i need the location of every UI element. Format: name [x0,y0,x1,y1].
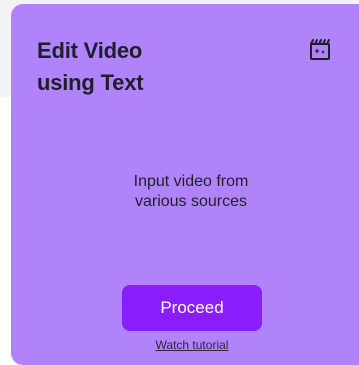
card-title-line-1: Edit Video [37,38,143,63]
watch-tutorial-link[interactable]: Watch tutorial [122,337,262,353]
card-title: Edit Video using Text [37,35,257,99]
card-description-line-1: Input video from [133,173,249,190]
card-title-line-2: using Text [37,70,144,95]
card-description-line-2: various sources [134,193,248,210]
proceed-button[interactable]: Proceed [122,285,262,331]
video-edit-clapperboard-icon [310,39,330,60]
page: Edit Video using Text Input video from v… [0,0,359,365]
edit-video-card: Edit Video using Text Input video from v… [11,4,359,365]
card-description: Input video from various sources [101,172,281,212]
